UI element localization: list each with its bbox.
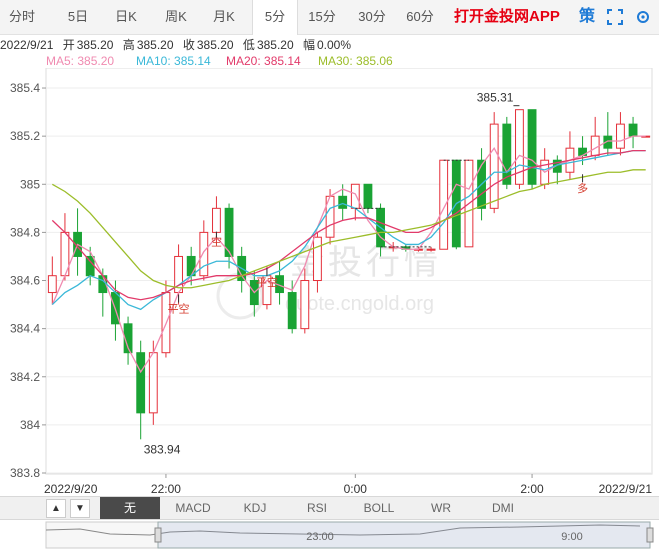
tab-30min[interactable]: 30分 <box>350 0 394 34</box>
tab-timeshare[interactable]: 分时 <box>0 0 44 34</box>
ma-line-ma10 <box>51 149 646 311</box>
info-high-label: 高 <box>122 38 135 52</box>
candle-body <box>590 135 600 156</box>
high-label: 385.31 <box>477 91 514 105</box>
navigator-handle-right <box>646 527 654 543</box>
tab-daily-k[interactable]: 日K <box>104 0 148 34</box>
candle-body <box>439 159 449 250</box>
y-tick-label: 385 <box>20 177 40 191</box>
y-tick-label: 384.4 <box>10 322 40 336</box>
ma30-legend: MA30: 385.06 <box>318 54 393 68</box>
indicator-kdj[interactable]: KDJ <box>226 497 284 519</box>
candle-body <box>136 352 146 414</box>
candle-body <box>148 352 158 414</box>
y-tick-label: 384.2 <box>10 370 40 384</box>
info-amp: 0.00% <box>317 38 352 52</box>
candle-body <box>287 292 297 330</box>
tab-weekly-k[interactable]: 周K <box>154 0 198 34</box>
y-tick-label: 385.4 <box>10 81 40 95</box>
candle-body <box>199 231 209 277</box>
range-navigator[interactable]: 23:00 9:00 <box>0 520 659 552</box>
indicator-rsi[interactable]: RSI <box>288 497 346 519</box>
candle-body <box>489 123 499 209</box>
indicator-wr[interactable]: WR <box>412 497 470 519</box>
info-low-label: 低 <box>242 38 255 52</box>
signal-label: 多 <box>577 181 588 195</box>
x-tick-label: 2022/9/20 <box>44 482 98 494</box>
ma10-legend: MA10: 385.14 <box>136 54 211 68</box>
x-tick-label: 22:00 <box>151 482 181 494</box>
open-app-link[interactable]: 打开金投网APP <box>454 0 560 34</box>
candle-body <box>338 195 348 209</box>
x-tick-label: 0:00 <box>344 482 368 494</box>
candlestick-chart[interactable]: 385.4 385.2 385 384.8 384.6 384.4 384.2 384 383.… <box>0 68 659 494</box>
candle-body <box>527 109 537 185</box>
tab-5day[interactable]: 5日 <box>56 0 100 34</box>
y-tick-label: 384.8 <box>10 225 40 239</box>
indicator-macd[interactable]: MACD <box>164 497 222 519</box>
low-label: 383.94 <box>144 442 181 456</box>
navigator-label: 9:00 <box>561 531 582 543</box>
candle-body <box>350 183 360 209</box>
candle-body <box>426 248 436 251</box>
y-tick-label: 383.8 <box>10 466 40 480</box>
ma5-legend: MA5: 385.20 <box>46 54 115 68</box>
info-open: 385.20 <box>76 38 114 52</box>
candle-body <box>313 236 322 282</box>
candle-body <box>628 123 638 137</box>
info-close: 385.20 <box>196 38 234 52</box>
candle-body <box>85 255 95 277</box>
indicator-bar: ▲ ▼ 无 MACD KDJ RSI BOLL WR DMI <box>0 496 659 520</box>
y-tick-label: 384 <box>20 418 40 432</box>
y-tick-label: 384.6 <box>10 274 40 288</box>
candle-body <box>47 275 57 294</box>
signal-label: 平空 <box>256 275 278 289</box>
tab-60min[interactable]: 60分 <box>398 0 442 34</box>
candle-body <box>300 280 310 330</box>
candle-body <box>212 207 221 233</box>
navigator-handle-left <box>154 527 162 543</box>
info-open-label: 开 <box>62 38 75 52</box>
scroll-down-arrow-icon[interactable]: ▼ <box>70 499 90 518</box>
y-tick-label: 385.2 <box>10 129 40 143</box>
candle-body <box>616 123 625 149</box>
info-low: 385.20 <box>256 38 294 52</box>
strategy-button[interactable]: 策 <box>576 0 598 34</box>
info-close-label: 收 <box>182 38 195 52</box>
x-tick-label: 2022/9/21 <box>599 482 653 494</box>
info-date: 2022/9/21 <box>0 38 54 52</box>
indicator-none[interactable]: 无 <box>100 497 160 519</box>
tab-5min[interactable]: 5分 <box>252 0 298 35</box>
x-tick-label: 2:00 <box>520 482 544 494</box>
tab-15min[interactable]: 15分 <box>300 0 344 34</box>
indicator-dmi[interactable]: DMI <box>474 497 532 519</box>
settings-icon[interactable] <box>632 0 654 34</box>
tab-monthly-k[interactable]: 月K <box>202 0 246 34</box>
fullscreen-icon[interactable] <box>604 0 626 34</box>
scroll-up-arrow-icon[interactable]: ▲ <box>46 499 66 518</box>
info-amp-label: 幅 <box>302 38 315 52</box>
candle-body <box>363 183 373 209</box>
indicator-boll[interactable]: BOLL <box>350 497 408 519</box>
signal-label: 平空 <box>168 302 190 316</box>
info-high: 385.20 <box>136 38 174 52</box>
navigator-label: 23:00 <box>306 531 334 543</box>
ma20-legend: MA20: 385.14 <box>226 54 301 68</box>
ohlc-info: 2022/9/21 开 385.20 高 385.20 收 385.20 低 385.2… <box>0 36 357 53</box>
candle-body <box>502 123 512 185</box>
period-tab-bar: 分时 5日 日K 周K 月K 5分 15分 30分 60分 打开金投网APP 策 <box>0 0 659 35</box>
